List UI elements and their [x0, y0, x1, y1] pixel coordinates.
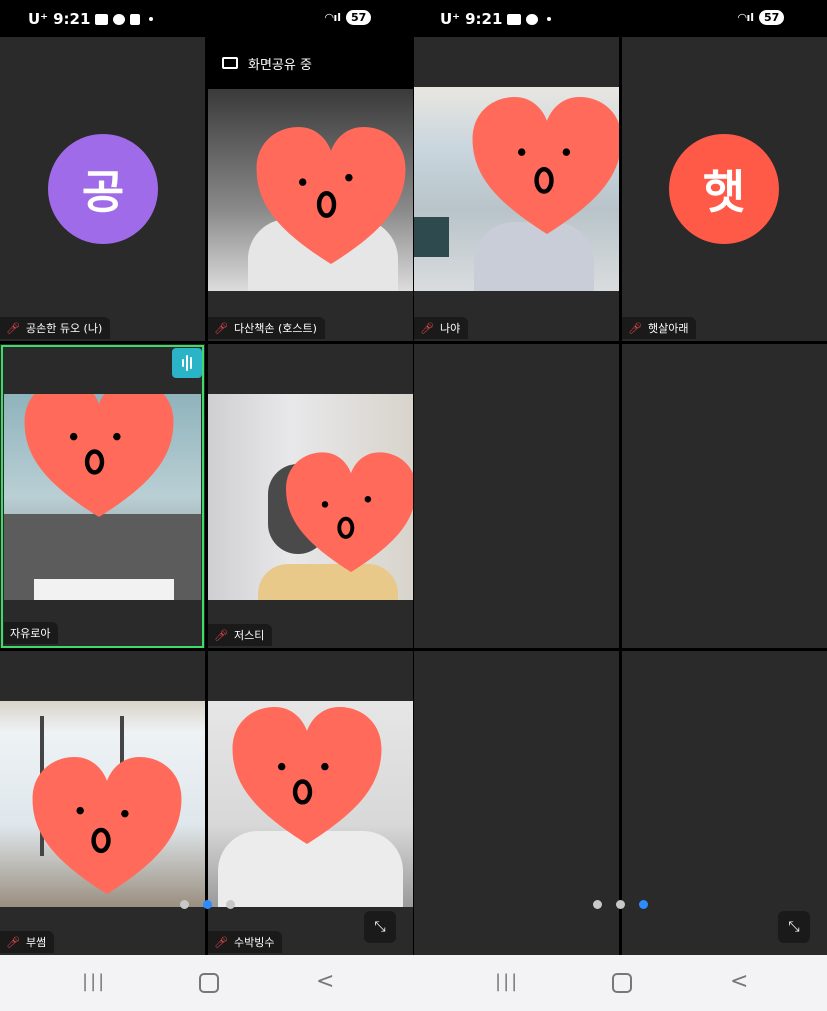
page-dot[interactable]: [616, 900, 625, 909]
carrier-label: U⁺: [440, 10, 461, 28]
page-indicator-right: [593, 900, 648, 909]
mic-off-icon: 🎤︎: [214, 935, 228, 949]
mic-off-icon: 🎤︎: [628, 321, 642, 335]
participant-tile-subak[interactable]: ⤡ 🎤︎ 수박빙수: [208, 651, 413, 955]
participant-tile-gongson[interactable]: 공 🎤︎ 공손한 듀오 (나): [0, 37, 205, 341]
participant-name: 부썸: [25, 936, 47, 949]
chat-notification-icon: [526, 13, 539, 25]
avatar-letter: 햇: [702, 165, 746, 219]
empty-tile: ⤡: [622, 651, 827, 955]
participant-name: 공손한 듀오 (나): [25, 322, 103, 335]
video-feed: [0, 701, 205, 907]
status-right-2: ◠ıl 57: [738, 10, 785, 25]
page-dot[interactable]: [180, 900, 189, 909]
participant-name-bar: 🎤︎ 저스티: [208, 624, 273, 646]
carrier-label: U⁺: [28, 10, 49, 28]
avatar: 공: [48, 134, 158, 244]
heart-face-sticker: [286, 452, 413, 572]
participant-name-bar: 🎤︎ 부썸: [0, 931, 55, 953]
status-left-2: U⁺ 9:21: [440, 10, 552, 28]
page-dot[interactable]: [226, 900, 235, 909]
participant-name: 수박빙수: [233, 936, 275, 949]
video-feed: [414, 87, 619, 291]
participant-name-bar: 🎤︎ 수박빙수: [208, 931, 283, 953]
avatar-letter: 공: [81, 165, 125, 219]
recent-apps-icon[interactable]: |||: [495, 971, 519, 992]
screenshot-icon: [507, 13, 522, 25]
status-left: U⁺ 9:21: [28, 10, 154, 28]
participant-name: 나야: [439, 322, 461, 335]
minimize-icon: ⤡: [788, 919, 800, 935]
wifi-icon: ◠ıl: [738, 11, 755, 24]
screen-share-icon: [222, 57, 238, 69]
heart-face-sticker: [472, 97, 619, 235]
participant-tile-dasan[interactable]: 화면공유 중 🎤︎ 다산책손 (호스트): [208, 37, 413, 341]
video-feed: [208, 394, 413, 600]
minimize-button[interactable]: ⤡: [364, 911, 396, 943]
chat-notification-icon: [113, 13, 126, 25]
participant-name: 다산책손 (호스트): [233, 322, 317, 335]
wifi-icon: ◠ıl: [325, 11, 342, 24]
page-dot[interactable]: [593, 900, 602, 909]
participant-name: 자유로아: [10, 627, 51, 640]
video-feed: [208, 701, 413, 907]
navigation-bar: ||| < ||| <: [0, 955, 827, 1011]
participant-name-bar: 🎤︎ 다산책손 (호스트): [208, 317, 325, 339]
screen-share-label: 화면공유 중: [248, 57, 312, 73]
home-icon[interactable]: [199, 973, 219, 993]
mic-off-icon: 🎤︎: [6, 321, 20, 335]
more-notifications-icon: [149, 17, 154, 21]
home-icon[interactable]: [612, 973, 632, 993]
avatar: 햇: [669, 134, 779, 244]
minimize-icon: ⤡: [374, 919, 386, 935]
status-bar: U⁺ 9:21 ◠ıl 57 U⁺ 9:21 ◠ıl 57: [0, 0, 827, 37]
participant-name-bar: 🎤︎ 공손한 듀오 (나): [0, 317, 111, 339]
active-speaker-border: [1, 345, 204, 648]
battery-indicator: 57: [759, 10, 785, 25]
empty-tile: [414, 651, 619, 955]
shopping-bag-icon: [130, 13, 141, 25]
heart-face-sticker: [32, 757, 182, 895]
screen-share-banner: 화면공유 중: [208, 37, 413, 89]
participant-name-bar: 🎤︎ 햇살아래: [622, 317, 697, 339]
participant-tile-naya[interactable]: 🎤︎ 나야: [414, 37, 619, 341]
clock: 9:21: [53, 10, 91, 28]
mic-off-icon: 🎤︎: [214, 628, 228, 642]
mic-off-icon: 🎤︎: [214, 321, 228, 335]
back-icon[interactable]: <: [316, 969, 334, 994]
status-right-1: ◠ıl 57: [325, 10, 372, 25]
more-notifications-icon: [547, 17, 552, 21]
video-feed: [208, 89, 413, 291]
mic-off-icon: 🎤︎: [420, 321, 434, 335]
mic-off-icon: 🎤︎: [6, 935, 20, 949]
battery-indicator: 57: [346, 10, 372, 25]
page-indicator-left: [180, 900, 235, 909]
heart-face-sticker: [256, 127, 406, 265]
page-dot-active[interactable]: [639, 900, 648, 909]
back-icon[interactable]: <: [730, 969, 748, 994]
minimize-button[interactable]: ⤡: [778, 911, 810, 943]
participant-name: 저스티: [233, 629, 265, 642]
participant-tile-jayuroa[interactable]: 자유로아: [0, 344, 205, 648]
video-notification-icon: [95, 13, 109, 25]
participant-tile-busseom[interactable]: 🎤︎ 부썸: [0, 651, 205, 955]
participant-tile-haetsal[interactable]: 햇 🎤︎ 햇살아래: [622, 37, 827, 341]
participant-name-bar: 🎤︎ 나야: [414, 317, 469, 339]
empty-tile: [414, 344, 619, 648]
participant-name: 햇살아래: [647, 322, 689, 335]
empty-tile: [622, 344, 827, 648]
participant-name-bar: 자유로아: [4, 622, 59, 644]
clock: 9:21: [465, 10, 503, 28]
participant-tile-justi[interactable]: 🎤︎ 저스티: [208, 344, 413, 648]
speaking-indicator-icon: [172, 348, 202, 378]
recent-apps-icon[interactable]: |||: [82, 971, 106, 992]
heart-face-sticker: [232, 707, 382, 845]
page-dot-active[interactable]: [203, 900, 212, 909]
